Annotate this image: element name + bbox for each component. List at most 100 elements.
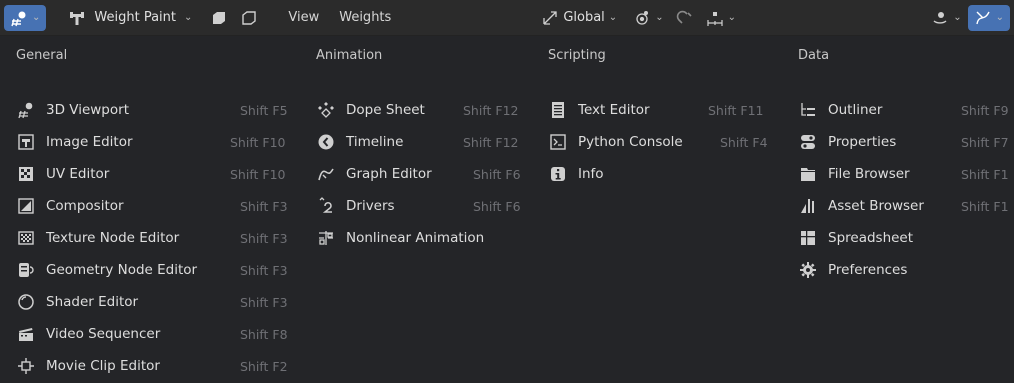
overlays-toggle[interactable]: ⌄: [967, 4, 1010, 31]
menu-item-label: Nonlinear Animation: [346, 230, 485, 246]
file-browser-icon: [798, 164, 818, 184]
menu-item-label: Python Console: [578, 134, 683, 150]
menu-item-drivers[interactable]: Drivers Shift F6: [300, 190, 532, 222]
menu-column-scripting: Scripting Text Editor Shift F11 Python C…: [532, 36, 782, 190]
face-mask-toggle[interactable]: [204, 5, 234, 31]
mode-selector[interactable]: Weight Paint ⌄: [62, 5, 198, 31]
weight-paint-icon: [68, 9, 86, 27]
menu-item-video-sequencer[interactable]: Video Sequencer Shift F8: [0, 318, 300, 350]
menu-item-shortcut: Shift F7: [961, 134, 1009, 150]
menu-item-label: Geometry Node Editor: [46, 262, 198, 278]
menu-item-label: Dope Sheet: [346, 102, 425, 118]
menu-item-outliner[interactable]: Outliner Shift F9: [782, 94, 1014, 126]
properties-icon: [798, 132, 818, 152]
menu-item-dope-sheet[interactable]: Dope Sheet Shift F12: [300, 94, 532, 126]
menu-item-nonlinear-animation[interactable]: Nonlinear Animation: [300, 222, 532, 254]
menu-item-shortcut: Shift F3: [240, 262, 288, 278]
menu-item-shortcut: Shift F6: [473, 198, 521, 214]
menu-item-label: Spreadsheet: [828, 230, 914, 246]
chevron-down-icon: ⌄: [953, 12, 962, 23]
menu-item-shortcut: Shift F1: [961, 198, 1009, 214]
menu-item-shortcut: Shift F10: [230, 166, 286, 182]
menu-item-shortcut: Shift F10: [230, 134, 286, 150]
menu-item-texture-node-editor[interactable]: Texture Node Editor Shift F3: [0, 222, 300, 254]
menu-item-shortcut: Shift F8: [240, 326, 288, 342]
menu-item-text-editor[interactable]: Text Editor Shift F11: [532, 94, 782, 126]
menu-item-shortcut: Shift F11: [708, 102, 764, 118]
vertex-mask-toggle[interactable]: [234, 5, 264, 31]
pivot-icon: [633, 9, 651, 27]
menu-item-graph-editor[interactable]: Graph Editor Shift F6: [300, 158, 532, 190]
menu-item-label: Drivers: [346, 198, 395, 214]
menu-column-data: Data Outliner Shift F9 Properties Shift …: [782, 36, 1014, 286]
image-editor-icon: [16, 132, 36, 152]
menu-item-timeline[interactable]: Timeline Shift F12: [300, 126, 532, 158]
chevron-down-icon: ⌄: [608, 12, 618, 23]
menu-item-properties[interactable]: Properties Shift F7: [782, 126, 1014, 158]
chevron-down-icon: ⌄: [183, 12, 193, 23]
3d-viewport-icon: [16, 100, 36, 120]
menu-item-shader-editor[interactable]: Shader Editor Shift F3: [0, 286, 300, 318]
menu-weights[interactable]: Weights: [329, 10, 401, 25]
menu-item-image-editor[interactable]: Image Editor Shift F10: [0, 126, 300, 158]
menu-view[interactable]: View: [278, 10, 329, 25]
overlays-icon: [974, 9, 992, 27]
menu-column-general: General 3D Viewport Shift F5 Image Edito…: [0, 36, 300, 382]
menu-item-label: Shader Editor: [46, 294, 139, 310]
chevron-down-icon: ⌄: [727, 12, 736, 23]
shader-editor-icon: [16, 292, 36, 312]
menu-item-compositor[interactable]: Compositor Shift F3: [0, 190, 300, 222]
menu-item-label: 3D Viewport: [46, 102, 129, 118]
chevron-down-icon: ⌄: [32, 12, 41, 23]
menu-item-label: Properties: [828, 134, 897, 150]
snap-target-selector[interactable]: ⌄: [700, 5, 742, 31]
menu-column-animation: Animation Dope Sheet Shift F12 Timeline …: [300, 36, 532, 254]
text-editor-icon: [548, 100, 568, 120]
preferences-icon: [798, 260, 818, 280]
menu-item-info[interactable]: Info: [532, 158, 782, 190]
menu-item-geometry-node-editor[interactable]: Geometry Node Editor Shift F3: [0, 254, 300, 286]
menu-item-movie-clip-editor[interactable]: Movie Clip Editor Shift F2: [0, 350, 300, 382]
menu-item-shortcut: Shift F12: [463, 102, 519, 118]
transform-orientation-selector[interactable]: Global ⌄: [535, 5, 623, 31]
gizmo-selector[interactable]: ⌄: [925, 5, 967, 31]
info-icon: [548, 164, 568, 184]
chevron-down-icon: ⌄: [655, 12, 664, 23]
menu-item-shortcut: Shift F5: [240, 102, 288, 118]
timeline-icon: [316, 132, 336, 152]
texture-node-icon: [16, 228, 36, 248]
menu-item-label: File Browser: [828, 166, 910, 182]
orientation-label: Global: [563, 10, 605, 25]
menu-item-python-console[interactable]: Python Console Shift F4: [532, 126, 782, 158]
pivot-selector[interactable]: ⌄: [627, 5, 669, 31]
snap-toggle[interactable]: [670, 5, 700, 31]
nla-icon: [316, 228, 336, 248]
menu-item-shortcut: Shift F4: [720, 134, 768, 150]
menu-item-preferences[interactable]: Preferences: [782, 254, 1014, 286]
editor-type-menu: General 3D Viewport Shift F5 Image Edito…: [0, 36, 1014, 383]
movie-clip-icon: [16, 356, 36, 376]
menu-item-3d-viewport[interactable]: 3D Viewport Shift F5: [0, 94, 300, 126]
menu-item-asset-browser[interactable]: Asset Browser Shift F1: [782, 190, 1014, 222]
menu-item-label: Timeline: [346, 134, 404, 150]
3d-viewport-icon: [10, 9, 28, 27]
menu-item-label: Compositor: [46, 198, 124, 214]
menu-item-uv-editor[interactable]: UV Editor Shift F10: [0, 158, 300, 190]
spreadsheet-icon: [798, 228, 818, 248]
magnet-icon: [676, 9, 694, 27]
menu-item-file-browser[interactable]: File Browser Shift F1: [782, 158, 1014, 190]
menu-item-shortcut: Shift F1: [961, 166, 1009, 182]
dope-sheet-icon: [316, 100, 336, 120]
snap-increment-icon: [706, 9, 724, 27]
editor-type-button[interactable]: ⌄: [4, 4, 47, 31]
geometry-node-icon: [16, 260, 36, 280]
vertex-select-icon: [240, 9, 258, 27]
menu-item-shortcut: Shift F9: [961, 102, 1009, 118]
compositor-icon: [16, 196, 36, 216]
menu-item-label: Video Sequencer: [46, 326, 161, 342]
menu-item-spreadsheet[interactable]: Spreadsheet: [782, 222, 1014, 254]
menu-item-shortcut: Shift F3: [240, 198, 288, 214]
menu-item-shortcut: Shift F3: [240, 230, 288, 246]
asset-browser-icon: [798, 196, 818, 216]
uv-editor-icon: [16, 164, 36, 184]
